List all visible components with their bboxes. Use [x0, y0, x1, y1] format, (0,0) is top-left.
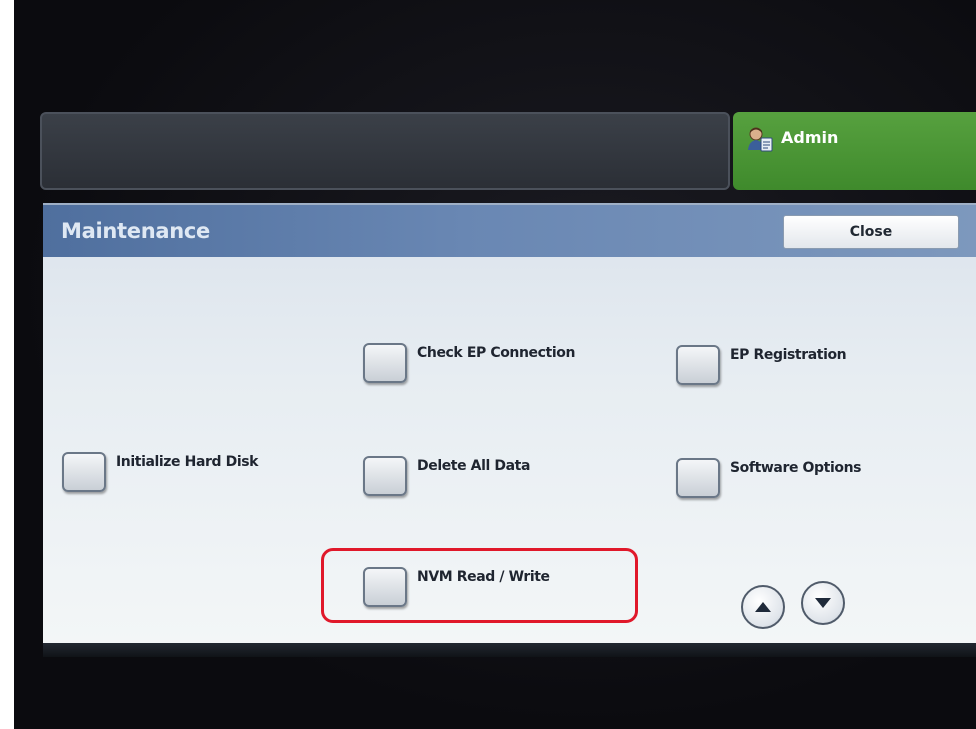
close-button[interactable]: Close	[783, 215, 959, 249]
arrow-up-icon	[753, 600, 773, 614]
highlight-annotation	[321, 548, 638, 623]
option-label: EP Registration	[730, 347, 847, 363]
checkbox[interactable]	[363, 456, 407, 496]
bottom-bar	[43, 643, 976, 657]
dialog-title: Maintenance	[61, 219, 210, 243]
option-label: Software Options	[730, 460, 862, 476]
message-area	[40, 112, 730, 190]
scroll-down-button[interactable]	[801, 581, 845, 625]
photo-edge	[0, 0, 14, 729]
checkbox[interactable]	[62, 452, 106, 492]
option-software-options[interactable]: Software Options	[676, 458, 861, 498]
admin-label: Admin	[781, 128, 839, 147]
admin-status[interactable]: Admin	[733, 112, 976, 190]
option-delete-all-data[interactable]: Delete All Data	[363, 456, 530, 496]
option-initialize-hard-disk[interactable]: Initialize Hard Disk	[62, 452, 258, 492]
checkbox[interactable]	[676, 345, 720, 385]
option-label: Check EP Connection	[417, 345, 576, 361]
option-label: Initialize Hard Disk	[116, 454, 259, 470]
option-ep-registration[interactable]: EP Registration	[676, 345, 847, 385]
arrow-down-icon	[813, 596, 833, 610]
checkbox[interactable]	[363, 343, 407, 383]
admin-user-icon	[747, 126, 773, 152]
scroll-up-button[interactable]	[741, 585, 785, 629]
option-check-ep-connection[interactable]: Check EP Connection	[363, 343, 575, 383]
dialog-header: Maintenance Close	[43, 205, 976, 257]
checkbox[interactable]	[676, 458, 720, 498]
option-label: Delete All Data	[417, 458, 530, 474]
